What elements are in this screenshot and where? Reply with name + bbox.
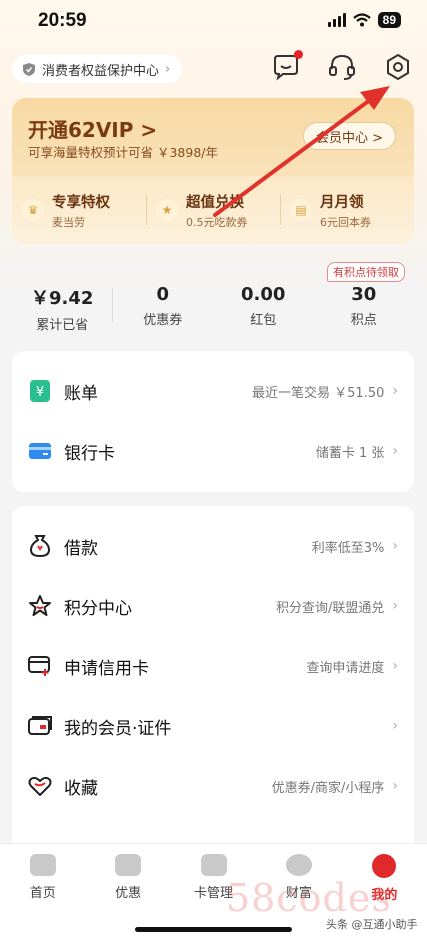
message-icon[interactable] [271, 50, 303, 82]
perk-title: 专享特权 [52, 194, 110, 211]
perk-title: 超值兑换 [186, 194, 244, 211]
row-label: 积分中心 [64, 598, 132, 619]
row-label: 申请信用卡 [64, 658, 149, 679]
status-icons: 89 [327, 12, 401, 28]
settings-gear-icon[interactable] [383, 52, 413, 82]
nav-home[interactable]: 首页 [0, 844, 85, 939]
perk-exclusive[interactable]: ♛ 专享特权 麦当劳 [12, 191, 146, 230]
row-membership[interactable]: 我的会员·证件 › [12, 696, 414, 756]
status-bar: 20:59 89 [0, 0, 427, 46]
status-time: 20:59 [38, 10, 87, 31]
stat-red-packet[interactable]: 0.00 红包 [213, 284, 314, 334]
stat-value: 0.00 [241, 284, 286, 305]
member-center-button[interactable]: 会员中心 > [302, 122, 396, 150]
discount-icon [115, 854, 142, 876]
stat-label: 优惠券 [143, 313, 183, 328]
vip-card[interactable]: 开通62VIP > 可享海量特权预计可省 ￥3898/年 会员中心 > ♛ 专享… [12, 98, 414, 244]
bill-icon: ¥ [28, 379, 52, 403]
row-bill[interactable]: ¥ 账单 最近一笔交易 ￥51.50 › [12, 361, 414, 421]
loan-bag-icon [28, 534, 52, 558]
watermark-sub: 头条 @互通小助手 [326, 918, 418, 931]
chevron-right-icon: › [392, 718, 398, 734]
vip-subtitle: 可享海量特权预计可省 ￥3898/年 [28, 145, 218, 160]
battery-icon: 89 [377, 12, 401, 28]
nav-label: 首页 [29, 886, 56, 901]
signal-icon [327, 13, 346, 27]
perk-title: 月月领 [320, 194, 364, 211]
row-label: 收藏 [64, 778, 98, 799]
home-indicator [135, 927, 292, 932]
stats-row: ￥9.42 累计已省 0 优惠券 0.00 红包 30 积点 [12, 284, 414, 334]
vip-perks: ♛ 专享特权 麦当劳 ★ 超值兑换 0.5元吃款券 ▤ 月月领 6元回本券 [12, 176, 414, 244]
vip-title[interactable]: 开通62VIP > [28, 114, 157, 143]
star-icon: ★ [156, 199, 178, 221]
headset-icon[interactable] [327, 52, 357, 82]
row-detail: 优惠券/商家/小程序 [271, 780, 385, 796]
consumer-protection-pill[interactable]: 消费者权益保护中心 › [12, 55, 183, 83]
home-icon [29, 854, 56, 876]
perk-sub: 麦当劳 [52, 215, 85, 229]
header-icons [271, 50, 413, 82]
credit-card-icon [28, 654, 52, 678]
row-credit-card-apply[interactable]: 申请信用卡 查询申请进度 › [12, 636, 414, 696]
points-badge[interactable]: 有积点待领取 [327, 262, 405, 282]
heart-icon [28, 774, 52, 798]
row-bank-card[interactable]: 银行卡 储蓄卡 1 张 › [12, 421, 414, 481]
chevron-right-icon: › [392, 538, 398, 554]
stat-label: 累计已省 [36, 318, 89, 333]
perk-sub: 0.5元吃款券 [186, 215, 248, 229]
svg-text:¥: ¥ [36, 385, 44, 400]
stat-coupons[interactable]: 0 优惠券 [113, 284, 214, 334]
chevron-right-icon: › [392, 658, 398, 674]
row-label: 我的会员·证件 [64, 718, 172, 739]
stat-label: 红包 [250, 313, 277, 328]
chevron-right-icon: › [165, 61, 171, 77]
nav-label: 优惠 [115, 886, 142, 901]
row-detail: 最近一笔交易 ￥51.50 [252, 385, 385, 401]
row-detail: 储蓄卡 1 张 [315, 445, 385, 461]
row-label: 借款 [64, 538, 98, 559]
stat-saved[interactable]: ￥9.42 累计已省 [12, 284, 113, 334]
crown-icon: ♛ [22, 199, 44, 221]
bank-card-icon [28, 439, 52, 463]
row-label: 银行卡 [64, 443, 115, 464]
points-star-icon [28, 594, 52, 618]
perk-monthly[interactable]: ▤ 月月领 6元回本券 [280, 191, 414, 230]
profile-icon [372, 854, 397, 878]
chevron-right-icon: › [392, 443, 398, 459]
stat-value: 0 [156, 284, 170, 305]
row-loan[interactable]: 借款 利率低至3% › [12, 516, 414, 576]
membership-card-icon [28, 714, 52, 738]
chevron-right-icon: › [392, 598, 398, 614]
perk-exchange[interactable]: ★ 超值兑换 0.5元吃款券 [146, 191, 280, 230]
row-favorites[interactable]: 收藏 优惠券/商家/小程序 › [12, 756, 414, 816]
account-card: ¥ 账单 最近一笔交易 ￥51.50 › 银行卡 储蓄卡 1 张 › [12, 351, 414, 492]
chevron-right-icon: › [392, 383, 398, 399]
stat-points[interactable]: 30 积点 [314, 284, 415, 334]
row-detail: 积分查询/联盟通兑 [276, 600, 385, 616]
wifi-icon [352, 13, 371, 27]
chevron-right-icon: › [392, 778, 398, 794]
row-detail: 查询申请进度 [306, 660, 385, 676]
perk-sub: 6元回本券 [320, 215, 371, 229]
row-label: 账单 [64, 383, 98, 404]
wealth-icon [285, 854, 312, 876]
shield-icon [23, 62, 35, 76]
consumer-protection-label: 消费者权益保护中心 [42, 63, 160, 79]
watermark: 58codes [226, 876, 392, 920]
row-detail: 利率低至3% [311, 540, 385, 556]
stat-value: ￥9.42 [31, 288, 94, 309]
card-manage-icon [200, 854, 227, 876]
services-card: 借款 利率低至3% › 积分中心 积分查询/联盟通兑 › 申请信用卡 查询申请进… [12, 506, 414, 843]
stat-label: 积点 [350, 313, 377, 328]
row-points-center[interactable]: 积分中心 积分查询/联盟通兑 › [12, 576, 414, 636]
ticket-icon: ▤ [290, 199, 312, 221]
nav-discount[interactable]: 优惠 [85, 844, 170, 939]
notification-dot [294, 50, 303, 59]
stat-value: 30 [351, 284, 377, 305]
